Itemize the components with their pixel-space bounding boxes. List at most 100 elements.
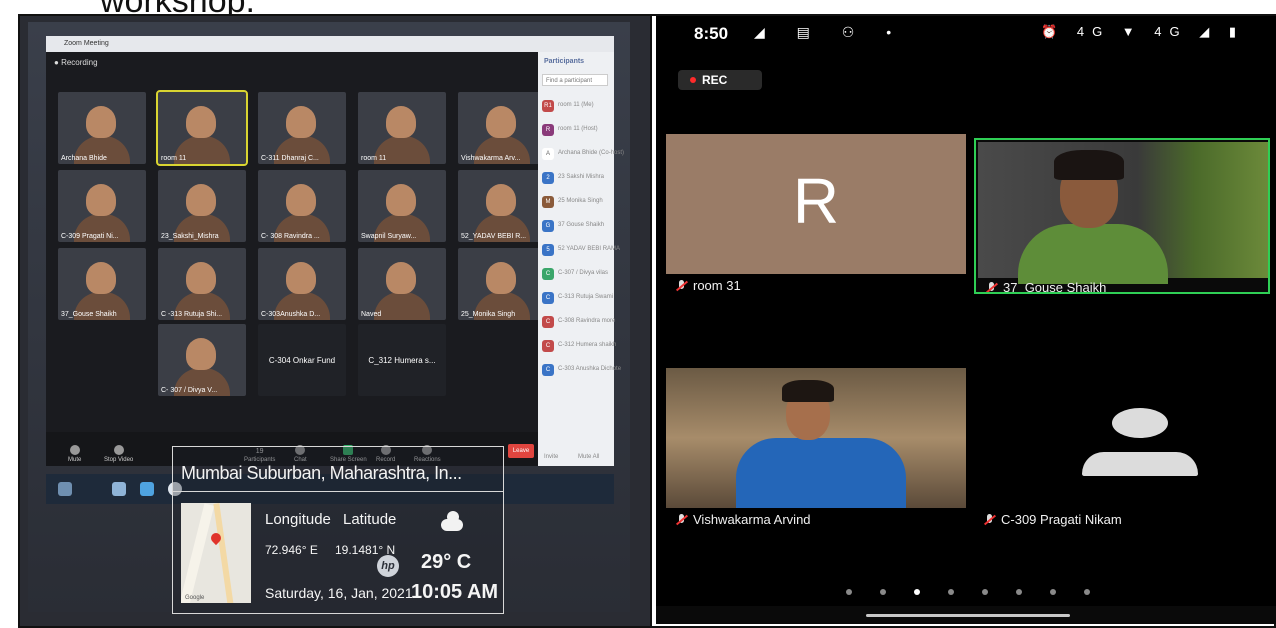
- participant-list-item[interactable]: C C-313 Rutuja Swami: [542, 288, 614, 312]
- video-person-face: [486, 262, 516, 294]
- tile-name: C-309 Pragati Nikam: [984, 512, 1122, 527]
- stop-video-label: Stop Video: [104, 457, 134, 463]
- tile-name: room 11: [361, 155, 387, 162]
- tile-name: Vishwakarma Arv...: [461, 155, 521, 162]
- mute-button[interactable]: Mute: [68, 445, 81, 463]
- tile-name: C-303Anushka D...: [261, 311, 321, 318]
- participant-list-item[interactable]: A Archana Bhide (Co-host): [542, 144, 624, 168]
- video-person-face: [186, 184, 216, 216]
- tile-name: C-311 Dhanraj C...: [261, 155, 319, 162]
- participant-list-item[interactable]: C C-308 Ravindra more: [542, 312, 615, 336]
- participant-list: R1 room 11 (Me) Rroom 11 (Host) A Archana Bh…: [542, 96, 624, 384]
- participant-list-item[interactable]: C C-307 / Divya vilas: [542, 264, 612, 288]
- participant-name: Vishwakarma Arvind: [693, 512, 811, 527]
- video-person-hair: [782, 380, 834, 402]
- video-person-shirt: [1018, 224, 1168, 284]
- video-person-face: [486, 184, 516, 216]
- mic-muted-icon: [676, 280, 687, 291]
- mail-icon[interactable]: [140, 482, 154, 496]
- mute-all-button[interactable]: Mute All: [578, 454, 599, 460]
- video-tile[interactable]: 23_Sakshi_Mishra: [158, 170, 246, 242]
- video-tile[interactable]: C- 307 / Divya V...: [158, 324, 246, 396]
- video-tile[interactable]: 25_Monika Singh: [458, 248, 546, 320]
- video-person-face: [186, 106, 216, 138]
- page-dot[interactable]: [880, 589, 886, 595]
- participant-avatar: C: [542, 340, 554, 352]
- laptop-screen: Zoom Meeting ● Recording Archana Bhide ro…: [28, 22, 630, 614]
- video-tile[interactable]: C_312 Humera s...: [358, 324, 446, 396]
- participant-name: 37 Gouse Shaikh: [558, 222, 605, 228]
- video-tile[interactable]: C-304 Onkar Fund: [258, 324, 346, 396]
- page-indicator[interactable]: [846, 582, 1118, 600]
- video-tile[interactable]: 37_Gouse Shaikh: [58, 248, 146, 320]
- page-dot[interactable]: [914, 589, 920, 595]
- participant-avatar: C: [542, 364, 554, 376]
- video-tile[interactable]: Naved: [358, 248, 446, 320]
- status-time: 8:50: [694, 24, 729, 43]
- page-dot[interactable]: [948, 589, 954, 595]
- participant-list-item[interactable]: 5 52 YADAV BEBI RAMA: [542, 240, 620, 264]
- video-tile-gouse-shaikh[interactable]: 37_Gouse Shaikh: [974, 138, 1270, 294]
- tile-caption-pragati: C-309 Pragati Nikam: [974, 510, 1270, 532]
- zoom-laptop-photo: Zoom Meeting ● Recording Archana Bhide ro…: [18, 14, 650, 628]
- video-tile[interactable]: C-309 Pragati Ni...: [58, 170, 146, 242]
- video-tile[interactable]: C-303Anushka D...: [258, 248, 346, 320]
- map-road: [181, 503, 215, 603]
- participant-avatar: C: [542, 316, 554, 328]
- temperature: 29° C: [421, 551, 472, 573]
- leave-button[interactable]: Leave: [508, 444, 534, 458]
- tile-name: Swapnil Suryaw...: [361, 233, 417, 240]
- video-person-face: [86, 184, 116, 216]
- hp-logo: hp: [377, 555, 399, 577]
- zoom-window: Zoom Meeting ● Recording Archana Bhide ro…: [46, 36, 624, 466]
- invite-button[interactable]: Invite: [544, 454, 558, 460]
- video-tile[interactable]: C -313 Rutuja Shi...: [158, 248, 246, 320]
- microphone-icon: [69, 445, 80, 455]
- tile-caption-vishwakarma: Vishwakarma Arvind: [666, 510, 966, 532]
- video-tile[interactable]: room 11: [358, 92, 446, 164]
- video-tile[interactable]: room 11: [156, 90, 248, 166]
- participant-avatar: C: [542, 268, 554, 280]
- participant-list-item[interactable]: 2 23 Sakshi Mishra: [542, 168, 612, 192]
- mute-label: Mute: [68, 457, 82, 463]
- participant-list-item[interactable]: M 25 Monika Singh: [542, 192, 612, 216]
- participant-name: C-309 Pragati Nikam: [1001, 512, 1122, 527]
- page-dot[interactable]: [1016, 589, 1022, 595]
- stamp-location: Mumbai Suburban, Maharashtra, In...: [181, 463, 462, 483]
- page-dot[interactable]: [846, 589, 852, 595]
- video-tile[interactable]: C-311 Dhanraj C...: [258, 92, 346, 164]
- status-notification-icons: ◢ ▤ ⚇ •: [754, 24, 906, 40]
- page-dot[interactable]: [1050, 589, 1056, 595]
- participant-avatar: 2: [542, 172, 554, 184]
- participant-name: C-313 Rutuja Swami: [558, 294, 614, 300]
- video-tile[interactable]: 52_YADAV BEBI R...: [458, 170, 546, 242]
- tile-name: 37_Gouse Shaikh: [61, 311, 117, 318]
- video-tile[interactable]: Archana Bhide: [58, 92, 146, 164]
- video-person-face: [286, 184, 316, 216]
- participant-list-item[interactable]: C C-312 Humera shaikh: [542, 336, 616, 360]
- tile-name: 52_YADAV BEBI R...: [461, 233, 527, 240]
- find-participant-input[interactable]: Find a participant: [542, 74, 608, 86]
- video-tile[interactable]: C- 308 Ravindra ...: [258, 170, 346, 242]
- tile-name: Archana Bhide: [61, 155, 107, 162]
- home-gesture-handle[interactable]: [866, 614, 1070, 617]
- page-dot[interactable]: [982, 589, 988, 595]
- video-tile[interactable]: Vishwakarma Arv...: [458, 92, 546, 164]
- participant-list-item[interactable]: G 37 Gouse Shaikh: [542, 216, 612, 240]
- page-dot[interactable]: [1084, 589, 1090, 595]
- video-person-shirt: [736, 438, 906, 508]
- participant-avatar: M: [542, 196, 554, 208]
- participant-list-item[interactable]: C C-303 Anushka Dichote: [542, 360, 621, 384]
- participant-list-item[interactable]: R1 room 11 (Me): [542, 96, 612, 120]
- video-tile-vishwakarma-arvind[interactable]: [666, 368, 966, 508]
- stamp-time: 10:05 AM: [411, 581, 499, 603]
- participant-list-item[interactable]: Rroom 11 (Host): [542, 120, 612, 144]
- video-tile[interactable]: Swapnil Suryaw...: [358, 170, 446, 242]
- participant-name: 25 Monika Singh: [558, 198, 603, 204]
- store-icon[interactable]: [112, 482, 126, 496]
- participant-name: room 31: [693, 278, 741, 293]
- stop-video-button[interactable]: Stop Video: [104, 445, 133, 463]
- tile-name: Vishwakarma Arvind: [676, 512, 811, 527]
- windows-start-icon[interactable]: [58, 482, 72, 496]
- video-tile-room-31[interactable]: R: [666, 134, 966, 274]
